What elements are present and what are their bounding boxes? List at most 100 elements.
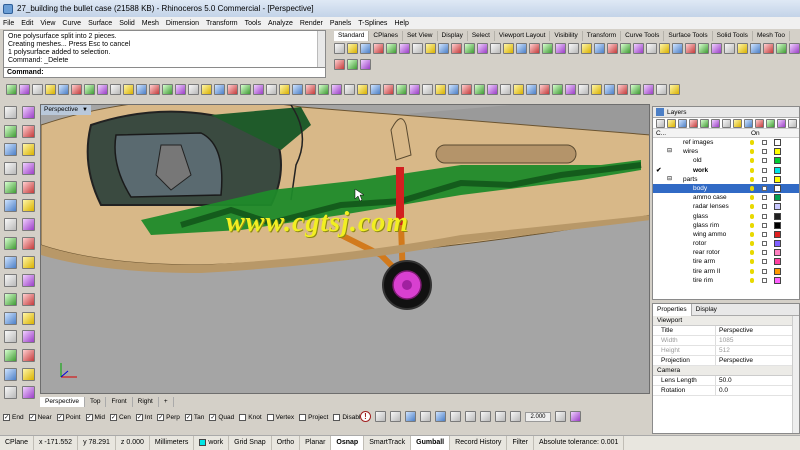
column-on[interactable]: On	[748, 129, 778, 137]
main-tool-icon[interactable]	[565, 84, 576, 95]
osnap-checkbox[interactable]	[239, 413, 247, 421]
palette-tool-icon[interactable]	[22, 255, 35, 269]
main-tool-icon[interactable]	[396, 84, 407, 95]
main-tool-icon[interactable]	[383, 84, 394, 95]
standard-tool-icon[interactable]	[386, 43, 397, 54]
main-tool-icon[interactable]	[630, 84, 641, 95]
layer-color-swatch[interactable]	[774, 166, 781, 174]
menu-view[interactable]: View	[40, 20, 55, 27]
tab-surface-tools[interactable]: Surface Tools	[664, 31, 713, 41]
lightbulb-icon[interactable]	[750, 195, 754, 201]
expand-icon[interactable]: ⊟	[667, 147, 672, 156]
layer-color-swatch[interactable]	[774, 194, 781, 202]
standard-extra-tool-icon[interactable]	[347, 59, 358, 70]
palette-tool-icon[interactable]	[22, 348, 35, 362]
standard-tool-icon[interactable]	[412, 43, 423, 54]
main-tool-icon[interactable]	[266, 84, 277, 95]
layer-tool-icon[interactable]	[678, 119, 687, 128]
main-tool-icon[interactable]	[214, 84, 225, 95]
tab-display[interactable]: Display	[438, 31, 468, 41]
standard-tool-icon[interactable]	[646, 43, 657, 54]
lightbulb-icon[interactable]	[750, 185, 754, 191]
menu-mesh[interactable]: Mesh	[142, 20, 159, 27]
osnap-checkbox[interactable]	[299, 413, 307, 421]
viewport-title[interactable]: Perspective ▼	[41, 105, 91, 115]
layer-tool-icon[interactable]	[777, 119, 786, 128]
palette-tool-icon[interactable]	[22, 199, 35, 213]
layer-tool-icon[interactable]	[788, 119, 797, 128]
layer-name[interactable]: ref images	[683, 138, 713, 147]
layer-name[interactable]: rotor	[693, 239, 706, 248]
palette-tool-icon[interactable]	[4, 255, 17, 269]
layer-color-swatch[interactable]	[774, 276, 781, 284]
standard-tool-icon[interactable]	[503, 43, 514, 54]
main-tool-icon[interactable]	[58, 84, 69, 95]
main-tool-icon[interactable]	[71, 84, 82, 95]
menu-help[interactable]: Help	[394, 20, 408, 27]
viewport-tab-front[interactable]: Front	[106, 397, 133, 407]
palette-tool-icon[interactable]	[22, 218, 35, 232]
layer-row[interactable]: glass rim	[653, 221, 799, 230]
palette-tool-icon[interactable]	[4, 106, 17, 119]
standard-tool-icon[interactable]	[594, 43, 605, 54]
toggle-ortho[interactable]: Ortho	[272, 436, 301, 450]
main-tool-icon[interactable]	[552, 84, 563, 95]
standard-tool-icon[interactable]	[659, 43, 670, 54]
layer-row[interactable]: tire arm	[653, 257, 799, 266]
menu-dimension[interactable]: Dimension	[166, 20, 199, 27]
lock-icon[interactable]	[762, 195, 767, 201]
main-tool-icon[interactable]	[370, 84, 381, 95]
lock-icon[interactable]	[762, 250, 767, 256]
palette-tool-icon[interactable]	[22, 311, 35, 325]
layer-row[interactable]: rotor	[653, 239, 799, 248]
layer-color-swatch[interactable]	[774, 267, 781, 275]
osnap-project[interactable]: Project	[299, 413, 328, 421]
main-tool-icon[interactable]	[188, 84, 199, 95]
osnap-vertex[interactable]: Vertex	[266, 413, 294, 421]
property-value[interactable]: 0.0	[715, 386, 799, 395]
numeric-field[interactable]: 2.000	[525, 411, 551, 422]
layer-name[interactable]: tire arm	[693, 257, 715, 266]
layer-color-swatch[interactable]	[774, 258, 781, 266]
osnap-tan[interactable]: ✓ Tan	[184, 413, 204, 421]
cube-face-icon[interactable]	[480, 411, 491, 422]
layer-tool-icon[interactable]	[667, 119, 676, 128]
main-tool-icon[interactable]	[45, 84, 56, 95]
standard-tool-icon[interactable]	[763, 43, 774, 54]
toggle-smarttrack[interactable]: SmartTrack	[364, 436, 412, 450]
lock-icon[interactable]	[762, 140, 767, 145]
layer-name[interactable]: tire rim	[693, 276, 713, 285]
main-tool-icon[interactable]	[357, 84, 368, 95]
toggle-planar[interactable]: Planar	[300, 436, 332, 450]
main-tool-icon[interactable]	[526, 84, 537, 95]
palette-tool-icon[interactable]	[22, 106, 35, 119]
standard-tool-icon[interactable]	[698, 43, 709, 54]
layer-row[interactable]: radar lenses	[653, 202, 799, 211]
lightbulb-icon[interactable]	[750, 259, 754, 265]
toggle-grid-snap[interactable]: Grid Snap	[229, 436, 272, 450]
standard-tool-icon[interactable]	[334, 43, 345, 54]
main-tool-icon[interactable]	[19, 84, 30, 95]
layer-color-swatch[interactable]	[774, 184, 781, 192]
layer-tool-icon[interactable]	[722, 119, 731, 128]
tab-mesh-too[interactable]: Mesh Too	[753, 31, 791, 41]
viewport-perspective[interactable]: Perspective ▼ www.cgtsj.com	[40, 104, 650, 394]
standard-tool-icon[interactable]	[789, 43, 800, 54]
layer-row[interactable]: ⊟ wires	[653, 147, 799, 156]
main-tool-icon[interactable]	[123, 84, 134, 95]
menu-tools[interactable]: Tools	[245, 20, 261, 27]
viewport-tab-perspective[interactable]: Perspective	[40, 397, 85, 407]
palette-tool-icon[interactable]	[4, 330, 17, 344]
lock-icon[interactable]	[762, 268, 767, 274]
status-layer[interactable]: work	[194, 436, 230, 450]
palette-tool-icon[interactable]	[4, 367, 17, 381]
property-value[interactable]: 50.0	[715, 376, 799, 385]
standard-tool-icon[interactable]	[607, 43, 618, 54]
toggle-record-history[interactable]: Record History	[450, 436, 508, 450]
menu-file[interactable]: File	[3, 20, 14, 27]
main-tool-icon[interactable]	[435, 84, 446, 95]
osnap-checkbox[interactable]: ✓	[184, 413, 192, 421]
tab-cplanes[interactable]: CPlanes	[369, 31, 403, 41]
main-tool-icon[interactable]	[253, 84, 264, 95]
record-icon[interactable]: !	[360, 411, 371, 422]
